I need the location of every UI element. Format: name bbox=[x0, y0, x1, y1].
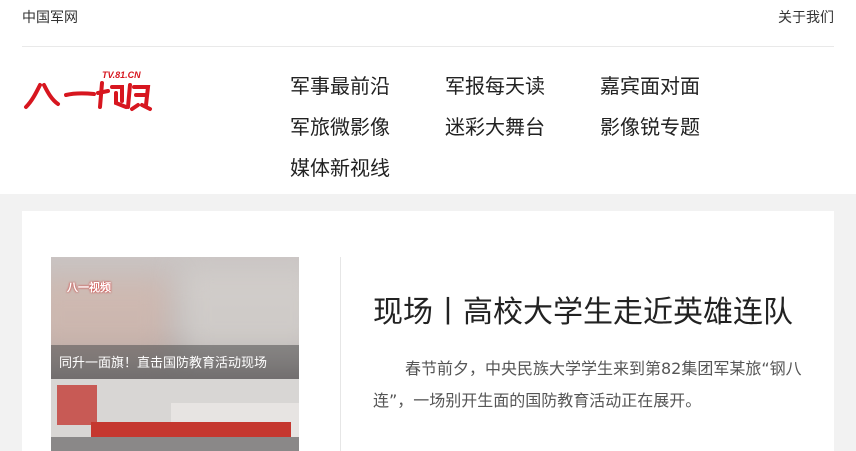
thumb-ground bbox=[51, 437, 299, 451]
nav-item-daily-paper[interactable]: 军报每天读 bbox=[445, 73, 545, 99]
top-bar: 中国军网 关于我们 bbox=[0, 0, 856, 47]
feature-summary: 春节前夕，中央民族大学学生来到第82集团军某旅“钢八连”，一场别开生面的国防教育… bbox=[373, 359, 802, 410]
thumb-red-banner bbox=[91, 422, 291, 438]
site-name-link[interactable]: 中国军网 bbox=[22, 7, 78, 27]
nav-item-camo-stage[interactable]: 迷彩大舞台 bbox=[445, 114, 545, 140]
card-divider bbox=[340, 257, 341, 451]
thumb-red-building bbox=[57, 385, 97, 425]
thumb-blur-right bbox=[181, 267, 299, 357]
site-header: TV.81.CN 军事最前沿 军报每天读 嘉宾面对面 军旅微影像 迷彩大舞台 影… bbox=[0, 47, 856, 194]
nav-item-guest-interview[interactable]: 嘉宾面对面 bbox=[600, 73, 700, 99]
logo-subtext: TV.81.CN bbox=[102, 70, 141, 80]
nav-item-micro-video[interactable]: 军旅微影像 bbox=[290, 114, 390, 140]
nav-item-military-frontline[interactable]: 军事最前沿 bbox=[290, 73, 390, 99]
logo-graphic: TV.81.CN bbox=[24, 70, 152, 111]
nav-item-media-view[interactable]: 媒体新视线 bbox=[290, 155, 390, 181]
nav-item-special-topics[interactable]: 影像锐专题 bbox=[600, 114, 700, 140]
about-us-link[interactable]: 关于我们 bbox=[778, 7, 834, 27]
thumb-caption: 同升一面旗！直击国防教育活动现场 bbox=[59, 356, 268, 371]
thumb-logo-watermark: 八一视频 bbox=[67, 281, 111, 294]
feature-thumbnail[interactable]: 八一视频 同升一面旗！直击国防教育活动现场 bbox=[51, 257, 299, 451]
feature-headline[interactable]: 现场丨高校大学生走近英雄连队 bbox=[373, 293, 793, 333]
bayi-video-logo[interactable]: TV.81.CN bbox=[22, 67, 162, 117]
